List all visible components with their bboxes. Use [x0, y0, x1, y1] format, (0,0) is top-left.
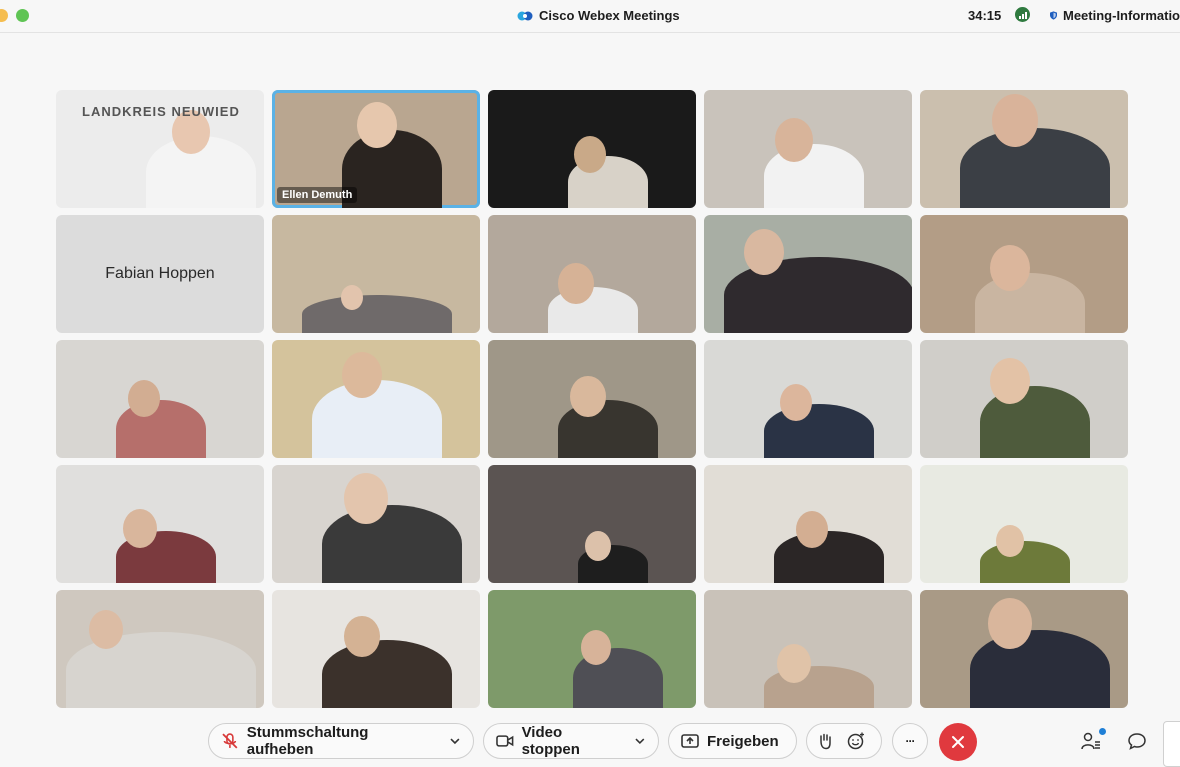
participant-head [357, 102, 397, 148]
participant-video-tile[interactable] [56, 340, 264, 458]
end-call-button[interactable] [939, 723, 977, 761]
share-button[interactable]: Freigeben [668, 723, 797, 759]
participant-head [996, 525, 1024, 558]
participant-silhouette [322, 640, 452, 708]
meeting-info-label: Meeting-Informatio [1063, 8, 1180, 23]
stop-video-label: Video stoppen [521, 724, 580, 758]
participant-head [581, 630, 611, 665]
participant-video-tile[interactable] [704, 590, 912, 708]
participant-video-tile[interactable] [920, 465, 1128, 583]
webex-logo-icon [517, 11, 533, 20]
participant-silhouette [116, 400, 206, 458]
participant-video-tile[interactable] [488, 465, 696, 583]
participant-video-tile[interactable] [56, 465, 264, 583]
stop-video-button[interactable]: Video stoppen [483, 723, 659, 759]
meeting-controls: Stummschaltung aufheben Video stoppen Fr… [0, 723, 1180, 765]
participant-video-tile[interactable] [920, 590, 1128, 708]
unmute-label: Stummschaltung aufheben [246, 724, 369, 758]
participant-head [89, 610, 123, 650]
video-grid: LANDKREIS NEUWIED Ellen Demuth Fabian Hopp… [56, 90, 1128, 708]
participant-head [342, 352, 382, 398]
participant-video-tile[interactable] [920, 215, 1128, 333]
close-icon [952, 736, 964, 748]
participant-video-tile[interactable] [272, 590, 480, 708]
participant-video-tile[interactable]: LANDKREIS NEUWIED [56, 90, 264, 208]
participant-head [988, 598, 1032, 649]
participant-head [992, 94, 1038, 147]
app-title-text: Cisco Webex Meetings [539, 8, 680, 23]
participant-video-tile[interactable] [704, 90, 912, 208]
participant-head [777, 644, 811, 684]
meeting-timer: 34:15 [968, 8, 1002, 23]
participant-video-tile[interactable] [272, 465, 480, 583]
side-panel-handle[interactable] [1163, 721, 1180, 767]
participant-silhouette [970, 630, 1110, 708]
raise-hand-icon[interactable] [817, 732, 833, 750]
participant-name-label: Ellen Demuth [277, 187, 358, 203]
shield-icon [1050, 11, 1057, 20]
participant-video-tile[interactable]: Ellen Demuth [272, 90, 480, 208]
app-title: Cisco Webex Meetings [517, 8, 680, 23]
chat-bubble-icon [1128, 733, 1146, 750]
minimize-window-button[interactable] [0, 9, 8, 22]
meeting-info-button[interactable]: Meeting-Informatio [1050, 8, 1180, 23]
participant-video-tile[interactable] [488, 340, 696, 458]
participant-video-tile[interactable] [488, 590, 696, 708]
chat-button[interactable] [1127, 731, 1147, 751]
participant-video-tile[interactable] [272, 340, 480, 458]
participant-head [796, 511, 828, 548]
video-camera-icon [496, 735, 514, 747]
participant-video-tile[interactable] [704, 215, 912, 333]
participants-icon [1081, 732, 1100, 750]
participant-video-tile[interactable] [488, 215, 696, 333]
participant-head [123, 509, 157, 549]
participant-silhouette [960, 128, 1110, 208]
reactions-group [806, 723, 882, 759]
participant-head [990, 245, 1030, 291]
participant-head [558, 263, 594, 305]
emoji-reaction-icon[interactable] [847, 732, 865, 750]
participants-button[interactable] [1080, 728, 1106, 751]
participant-head [344, 616, 380, 658]
participant-video-tile[interactable] [272, 215, 480, 333]
participant-head [344, 473, 388, 524]
network-signal-icon[interactable] [1015, 7, 1030, 22]
microphone-muted-icon [222, 733, 238, 749]
chevron-down-icon[interactable] [449, 735, 461, 747]
participant-silhouette [312, 380, 442, 458]
more-options-label: ··· [905, 734, 916, 748]
participant-head [780, 384, 812, 421]
unmute-button[interactable]: Stummschaltung aufheben [208, 723, 474, 759]
participant-head [570, 376, 606, 418]
chevron-down-icon[interactable] [634, 735, 646, 747]
participant-head [585, 531, 611, 561]
more-options-button[interactable]: ··· [892, 723, 928, 759]
participant-video-tile[interactable]: Fabian Hoppen [56, 215, 264, 333]
participant-video-tile[interactable] [488, 90, 696, 208]
participant-silhouette [774, 531, 884, 583]
participant-video-tile[interactable] [920, 340, 1128, 458]
notification-dot [1099, 728, 1106, 735]
participant-video-tile[interactable] [704, 465, 912, 583]
participant-video-tile[interactable] [920, 90, 1128, 208]
participant-silhouette [302, 295, 452, 333]
title-bar: Cisco Webex Meetings 34:15 Meeting-Infor… [0, 0, 1180, 33]
participant-head [990, 358, 1030, 404]
backdrop-banner-text: LANDKREIS NEUWIED [82, 104, 240, 119]
participant-name: Fabian Hoppen [105, 265, 215, 282]
share-screen-icon [681, 734, 699, 748]
participant-video-tile[interactable] [704, 340, 912, 458]
share-label: Freigeben [707, 732, 779, 750]
participant-head [775, 118, 813, 162]
participant-head [574, 136, 606, 173]
participant-video-tile[interactable] [56, 590, 264, 708]
participant-head [128, 380, 160, 417]
maximize-window-button[interactable] [16, 9, 29, 22]
participant-head [744, 229, 784, 275]
participant-silhouette [980, 541, 1070, 583]
participant-silhouette [764, 404, 874, 458]
participant-silhouette [322, 505, 462, 583]
participant-silhouette [975, 273, 1085, 333]
